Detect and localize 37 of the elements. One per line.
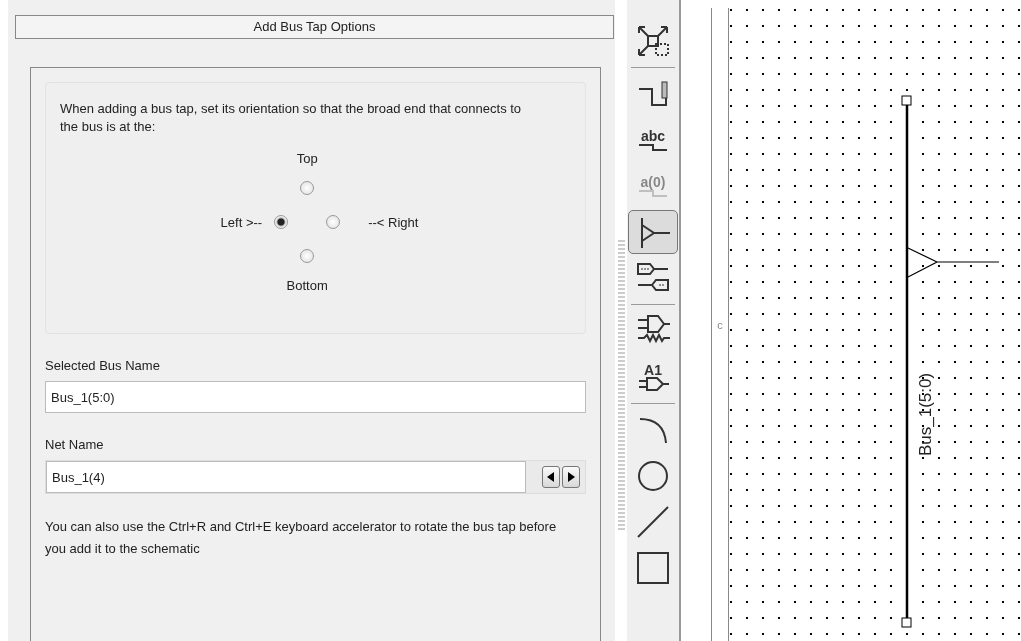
radio-button[interactable] xyxy=(300,180,315,195)
text-field[interactable]: Bus_1(5:0) xyxy=(45,381,586,413)
panel-title: Add Bus Tap Options xyxy=(15,15,614,39)
radio-button[interactable] xyxy=(300,249,315,263)
left-triangle-icon xyxy=(547,472,555,482)
right-triangle-icon xyxy=(567,472,575,482)
zoom-fit-icon xyxy=(636,24,670,58)
circle-icon xyxy=(636,459,670,493)
field-label: Selected Bus Name xyxy=(45,358,161,373)
tool-label: A1 xyxy=(644,363,662,377)
tool-button[interactable]: A1 xyxy=(628,355,678,399)
step-line-icon xyxy=(637,188,669,198)
field-label: Net Name xyxy=(45,437,105,452)
tool-button[interactable]: abc xyxy=(628,118,678,162)
bus-label: Bus_1(5:0) xyxy=(916,372,936,456)
previous-button[interactable] xyxy=(542,466,560,488)
toolbar-grip[interactable] xyxy=(618,240,625,531)
bus-tap-symbol[interactable] xyxy=(907,247,1000,278)
bus-line[interactable] xyxy=(901,95,912,628)
radio-label: Left >-- xyxy=(220,214,263,230)
line-icon xyxy=(636,505,670,539)
tool-button[interactable] xyxy=(628,210,678,254)
hint-text: You can also use the Ctrl+R and Ctrl+E keyboard accelerator to rotate the bus tap before you add it to the schematic xyxy=(45,518,558,558)
radio-label: Bottom xyxy=(286,277,328,293)
tool-label: a(0) xyxy=(640,174,666,189)
ruler-mark: c xyxy=(717,318,723,331)
rectangle-icon xyxy=(636,551,670,585)
next-button[interactable] xyxy=(562,466,580,488)
gate-icon xyxy=(637,377,669,391)
step-line-icon xyxy=(637,142,669,152)
radio-button[interactable] xyxy=(326,215,341,229)
text-field[interactable]: Bus_1(4) xyxy=(46,461,526,493)
radio-label: --< Right xyxy=(368,214,419,230)
radio-button[interactable] xyxy=(274,215,289,229)
tool-label: abc xyxy=(640,128,666,143)
instructions-text: When adding a bus tap, set its orientation so that the broad end that connects to the bus is at the: xyxy=(60,100,523,136)
radio-label: Top xyxy=(296,150,318,166)
